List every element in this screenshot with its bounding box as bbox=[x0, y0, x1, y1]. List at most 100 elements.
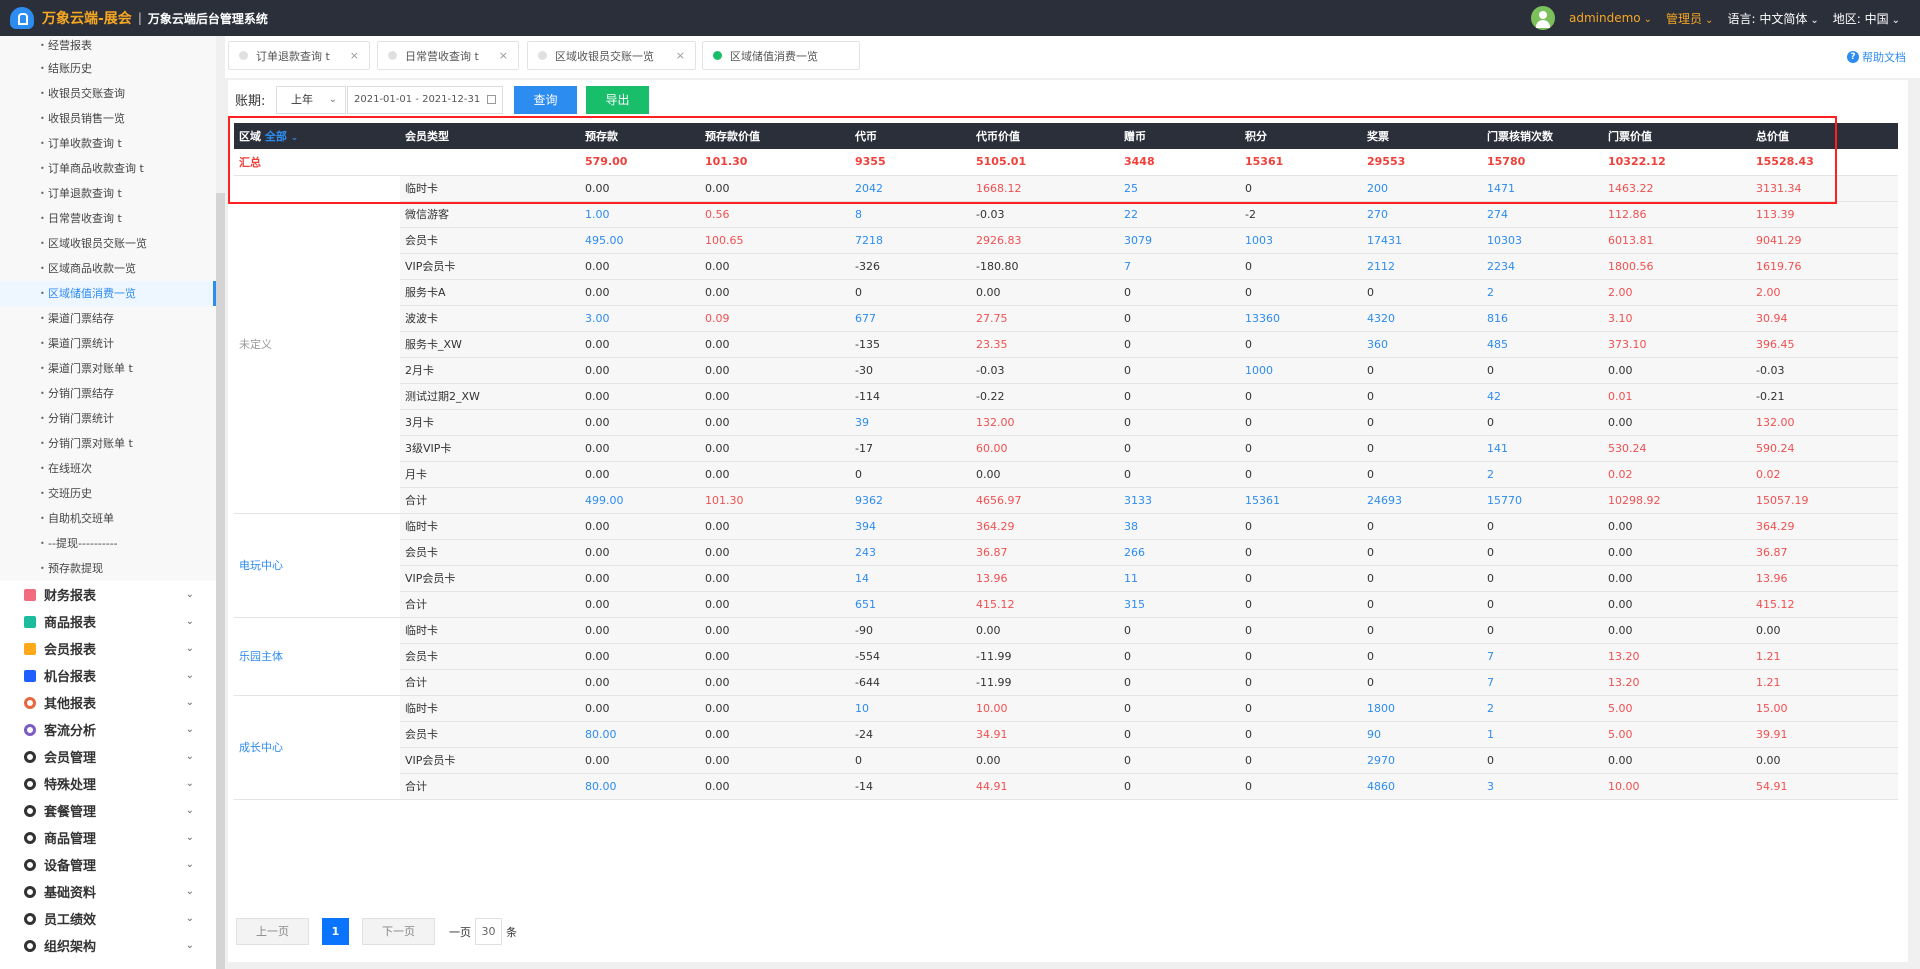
value-cell[interactable]: 495.00 bbox=[580, 227, 700, 254]
sidebar-group[interactable]: 其他报表 ⌄ bbox=[0, 689, 216, 716]
value-cell[interactable]: 80.00 bbox=[580, 773, 700, 800]
sidebar-item[interactable]: 日常营收查询 t bbox=[0, 206, 216, 231]
sidebar-group[interactable]: 机台报表 ⌄ bbox=[0, 662, 216, 689]
value-cell[interactable]: 10303 bbox=[1482, 227, 1603, 254]
sidebar-item[interactable]: 订单收款查询 t bbox=[0, 131, 216, 156]
sidebar-group[interactable]: 客流分析 ⌄ bbox=[0, 716, 216, 743]
value-cell[interactable]: 266 bbox=[1119, 539, 1240, 566]
help-docs-link[interactable]: ? 帮助文档 bbox=[1847, 49, 1906, 65]
sidebar-item[interactable]: 自助机交班单 bbox=[0, 506, 216, 531]
region-cell[interactable]: 成长中心 bbox=[234, 695, 400, 800]
sidebar-item[interactable]: 渠道门票对账单 t bbox=[0, 356, 216, 381]
tab[interactable]: 区域储值消费一览 bbox=[702, 41, 860, 70]
sidebar-item-business-report[interactable]: 经营报表 bbox=[0, 36, 216, 56]
region-cell[interactable]: 乐园主体 bbox=[234, 617, 400, 696]
value-cell[interactable]: 42 bbox=[1482, 383, 1603, 410]
value-cell[interactable]: 2 bbox=[1482, 695, 1603, 722]
sidebar-item[interactable]: 结账历史 bbox=[0, 56, 216, 81]
value-cell[interactable]: 1000 bbox=[1240, 357, 1362, 384]
value-cell[interactable]: 7 bbox=[1482, 669, 1603, 696]
sidebar-group[interactable]: 基础资料 ⌄ bbox=[0, 878, 216, 905]
period-select[interactable]: 上年 ⌄ bbox=[276, 86, 346, 114]
sidebar-group[interactable]: 财务报表 ⌄ bbox=[0, 581, 216, 608]
sidebar-item[interactable]: 收银员销售一览 bbox=[0, 106, 216, 131]
value-cell[interactable]: 1 bbox=[1482, 721, 1603, 748]
close-icon[interactable]: × bbox=[350, 49, 359, 62]
value-cell[interactable]: 274 bbox=[1482, 201, 1603, 228]
value-cell[interactable]: 315 bbox=[1119, 591, 1240, 618]
value-cell[interactable]: 38 bbox=[1119, 513, 1240, 540]
date-range-input[interactable]: 2021-01-01 - 2021-12-31 bbox=[347, 86, 503, 114]
export-button[interactable]: 导出 bbox=[586, 86, 649, 114]
value-cell[interactable]: 200 bbox=[1362, 175, 1482, 202]
region-cell[interactable]: 电玩中心 bbox=[234, 513, 400, 618]
sidebar-item[interactable]: --提现---------- bbox=[0, 531, 216, 556]
avatar[interactable] bbox=[1531, 6, 1555, 30]
value-cell[interactable]: 3 bbox=[1482, 773, 1603, 800]
value-cell[interactable]: 4860 bbox=[1362, 773, 1482, 800]
sidebar-group[interactable]: 会员管理 ⌄ bbox=[0, 743, 216, 770]
sidebar-item[interactable]: 交班历史 bbox=[0, 481, 216, 506]
sidebar-item[interactable]: 订单退款查询 t bbox=[0, 181, 216, 206]
value-cell[interactable]: 243 bbox=[850, 539, 971, 566]
language-menu[interactable]: 语言: 中文简体 ⌄ bbox=[1727, 10, 1818, 27]
value-cell[interactable]: 1800 bbox=[1362, 695, 1482, 722]
value-cell[interactable]: 2 bbox=[1482, 279, 1603, 306]
sidebar-group[interactable]: 设备管理 ⌄ bbox=[0, 851, 216, 878]
sidebar-item[interactable]: 渠道门票统计 bbox=[0, 331, 216, 356]
value-cell[interactable]: 485 bbox=[1482, 331, 1603, 358]
value-cell[interactable]: 2112 bbox=[1362, 253, 1482, 280]
sidebar-group[interactable]: 特殊处理 ⌄ bbox=[0, 770, 216, 797]
value-cell[interactable]: 39 bbox=[850, 409, 971, 436]
value-cell[interactable]: 8 bbox=[850, 201, 971, 228]
value-cell[interactable]: 1471 bbox=[1482, 175, 1603, 202]
value-cell[interactable]: 499.00 bbox=[580, 487, 700, 514]
tab[interactable]: 日常营收查询 t × bbox=[377, 41, 519, 70]
sidebar-item[interactable]: 预存款提现 bbox=[0, 556, 216, 581]
sidebar-item[interactable]: 渠道门票结存 bbox=[0, 306, 216, 331]
value-cell[interactable]: 22 bbox=[1119, 201, 1240, 228]
value-cell[interactable]: 1003 bbox=[1240, 227, 1362, 254]
prev-page-button[interactable]: 上一页 bbox=[236, 918, 309, 945]
value-cell[interactable]: 2 bbox=[1482, 461, 1603, 488]
value-cell[interactable]: 141 bbox=[1482, 435, 1603, 462]
value-cell[interactable]: 15770 bbox=[1482, 487, 1603, 514]
close-icon[interactable]: × bbox=[499, 49, 508, 62]
region-filter-dropdown[interactable]: 全部 ⌄ bbox=[265, 130, 298, 143]
role-menu[interactable]: 管理员 ⌄ bbox=[1666, 10, 1713, 27]
user-menu[interactable]: admindemo ⌄ bbox=[1569, 11, 1652, 25]
sidebar-item[interactable]: 在线班次 bbox=[0, 456, 216, 481]
sidebar-group[interactable]: 会员报表 ⌄ bbox=[0, 635, 216, 662]
value-cell[interactable]: 3.00 bbox=[580, 305, 700, 332]
value-cell[interactable]: 9362 bbox=[850, 487, 971, 514]
sidebar-item[interactable]: 订单商品收款查询 t bbox=[0, 156, 216, 181]
sidebar-group[interactable]: 商品报表 ⌄ bbox=[0, 608, 216, 635]
sidebar-item[interactable]: 区域收银员交账一览 bbox=[0, 231, 216, 256]
close-icon[interactable]: × bbox=[676, 49, 685, 62]
value-cell[interactable]: 25 bbox=[1119, 175, 1240, 202]
sidebar-group[interactable]: 商品管理 ⌄ bbox=[0, 824, 216, 851]
value-cell[interactable]: 2970 bbox=[1362, 747, 1482, 774]
value-cell[interactable]: 7218 bbox=[850, 227, 971, 254]
sidebar-group[interactable]: 组织架构 ⌄ bbox=[0, 932, 216, 959]
sidebar-scrollbar-thumb[interactable] bbox=[216, 193, 225, 969]
page-number-current[interactable]: 1 bbox=[322, 918, 349, 945]
value-cell[interactable]: 90 bbox=[1362, 721, 1482, 748]
value-cell[interactable]: 2042 bbox=[850, 175, 971, 202]
sidebar-item[interactable]: 收银员交账查询 bbox=[0, 81, 216, 106]
sidebar-item[interactable]: 分销门票结存 bbox=[0, 381, 216, 406]
tab[interactable]: 订单退款查询 t × bbox=[228, 41, 370, 70]
value-cell[interactable]: 17431 bbox=[1362, 227, 1482, 254]
sidebar-item[interactable]: 分销门票对账单 t bbox=[0, 431, 216, 456]
region-menu[interactable]: 地区: 中国 ⌄ bbox=[1833, 10, 1900, 27]
value-cell[interactable]: 360 bbox=[1362, 331, 1482, 358]
value-cell[interactable]: 14 bbox=[850, 565, 971, 592]
value-cell[interactable]: 80.00 bbox=[580, 721, 700, 748]
value-cell[interactable]: 270 bbox=[1362, 201, 1482, 228]
sidebar-group[interactable]: 套餐管理 ⌄ bbox=[0, 797, 216, 824]
value-cell[interactable]: 1.00 bbox=[580, 201, 700, 228]
sidebar-item[interactable]: 区域商品收款一览 bbox=[0, 256, 216, 281]
value-cell[interactable]: 7 bbox=[1119, 253, 1240, 280]
value-cell[interactable]: 15361 bbox=[1240, 487, 1362, 514]
value-cell[interactable]: 7 bbox=[1482, 643, 1603, 670]
